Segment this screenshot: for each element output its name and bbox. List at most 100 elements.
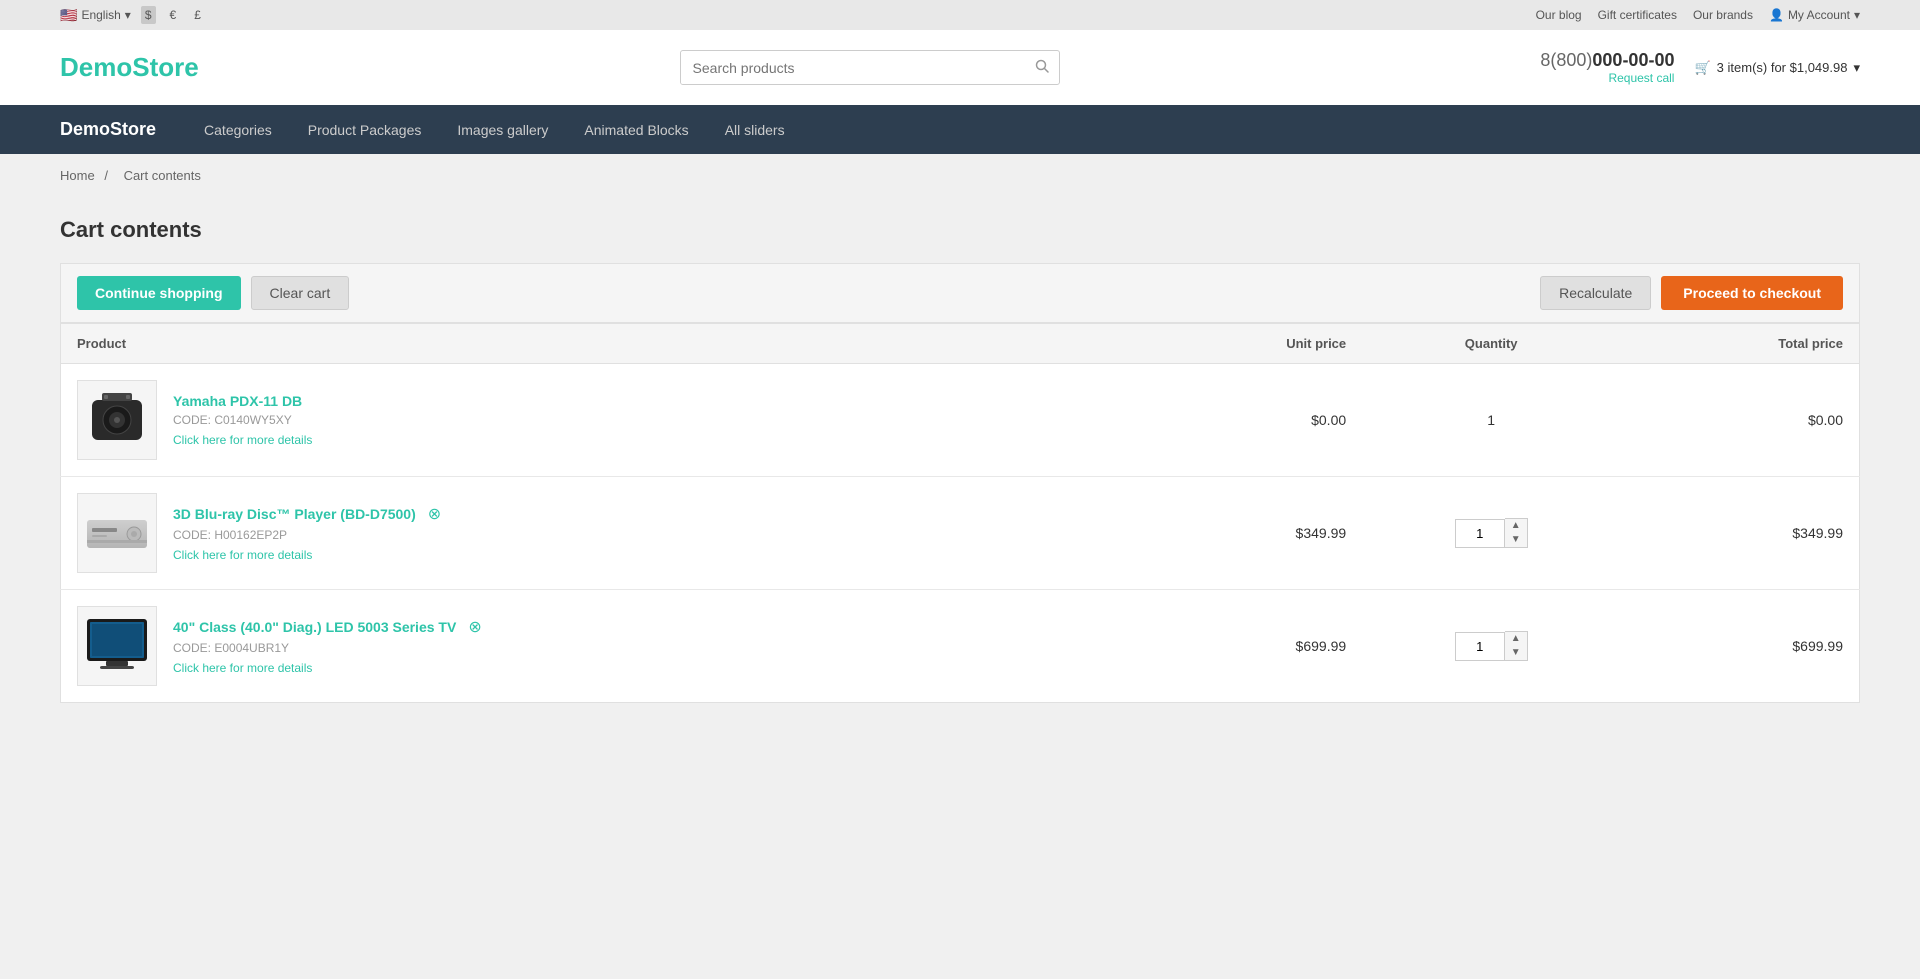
product-details-link[interactable]: Click here for more details bbox=[173, 661, 482, 675]
currency-gbp[interactable]: £ bbox=[190, 6, 205, 24]
quantity-up-button[interactable]: ▲ bbox=[1505, 632, 1527, 646]
unit-price-cell: $0.00 bbox=[1136, 364, 1362, 477]
unit-price-cell: $349.99 bbox=[1136, 477, 1362, 590]
phone-prefix: 8(800) bbox=[1540, 50, 1592, 70]
col-unit-price: Unit price bbox=[1136, 324, 1362, 364]
language-selector[interactable]: 🇺🇸 English ▾ bbox=[60, 7, 131, 24]
cart-table-body: Yamaha PDX-11 DBCODE: C0140WY5XYClick he… bbox=[61, 364, 1860, 703]
cart-icon: 🛒 bbox=[1694, 60, 1710, 76]
top-bar-left: 🇺🇸 English ▾ $ € £ bbox=[60, 6, 205, 24]
product-info-wrapper: 3D Blu-ray Disc™ Player (BD-D7500) ⊗ CODE:… bbox=[77, 493, 1120, 573]
phone-block: 8(800)000-00-00 Request call bbox=[1540, 50, 1674, 85]
logo-store: Store bbox=[132, 52, 198, 82]
product-code: CODE: E0004UBR1Y bbox=[173, 641, 482, 655]
cart-table-header: Product Unit price Quantity Total price bbox=[61, 324, 1860, 364]
product-details-block: Yamaha PDX-11 DBCODE: C0140WY5XYClick he… bbox=[173, 393, 312, 447]
nav-item-images-gallery[interactable]: Images gallery bbox=[439, 108, 566, 152]
product-cell-1: Yamaha PDX-11 DBCODE: C0140WY5XYClick he… bbox=[61, 364, 1136, 477]
quantity-cell: 1 bbox=[1362, 364, 1620, 477]
cart-label: 3 item(s) for $1,049.98 bbox=[1717, 60, 1848, 75]
total-price-cell: $699.99 bbox=[1620, 590, 1859, 703]
remove-product-icon[interactable]: ⊗ bbox=[468, 617, 481, 637]
breadcrumb-current: Cart contents bbox=[124, 168, 201, 183]
quantity-control: ▲▼ bbox=[1378, 631, 1604, 661]
search-input[interactable] bbox=[681, 52, 1025, 84]
phone-main: 000-00-00 bbox=[1592, 50, 1674, 70]
nav-item-product-packages[interactable]: Product Packages bbox=[290, 108, 440, 152]
nav-logo[interactable]: DemoStore bbox=[60, 105, 176, 154]
phone-number: 8(800)000-00-00 bbox=[1540, 50, 1674, 71]
currency-eur[interactable]: € bbox=[166, 6, 181, 24]
quantity-text: 1 bbox=[1487, 412, 1495, 428]
product-name-link[interactable]: 3D Blu-ray Disc™ Player (BD-D7500) bbox=[173, 506, 416, 522]
cart-actions-top: Continue shopping Clear cart Recalculate… bbox=[60, 263, 1860, 323]
search-button[interactable] bbox=[1025, 51, 1059, 84]
main-nav: DemoStore Categories Product Packages Im… bbox=[0, 105, 1920, 154]
product-code: CODE: H00162EP2P bbox=[173, 528, 441, 542]
search-bar bbox=[680, 50, 1060, 85]
total-price-cell: $349.99 bbox=[1620, 477, 1859, 590]
header: DemoStore 8(800)000-00-00 Request call 🛒… bbox=[0, 30, 1920, 105]
clear-cart-button[interactable]: Clear cart bbox=[251, 276, 350, 310]
quantity-up-button[interactable]: ▲ bbox=[1505, 519, 1527, 533]
product-image bbox=[77, 606, 157, 686]
product-name-row: 3D Blu-ray Disc™ Player (BD-D7500) ⊗ bbox=[173, 504, 441, 524]
language-label: English bbox=[81, 8, 120, 22]
cart-block[interactable]: 🛒 3 item(s) for $1,049.98 ▾ bbox=[1694, 60, 1860, 76]
remove-product-icon[interactable]: ⊗ bbox=[428, 504, 441, 524]
product-info-wrapper: Yamaha PDX-11 DBCODE: C0140WY5XYClick he… bbox=[77, 380, 1120, 460]
cart-table: Product Unit price Quantity Total price … bbox=[60, 323, 1860, 703]
quantity-control: 1 bbox=[1378, 412, 1604, 428]
product-info-wrapper: 40" Class (40.0" Diag.) LED 5003 Series … bbox=[77, 606, 1120, 686]
account-icon: 👤 bbox=[1769, 8, 1784, 22]
product-image bbox=[77, 493, 157, 573]
breadcrumb: Home / Cart contents bbox=[0, 154, 1920, 197]
logo[interactable]: DemoStore bbox=[60, 52, 199, 83]
our-blog-link[interactable]: Our blog bbox=[1536, 8, 1582, 22]
logo-demo: Demo bbox=[60, 52, 132, 82]
lang-dropdown-icon: ▾ bbox=[125, 8, 131, 22]
nav-item-categories[interactable]: Categories bbox=[186, 108, 290, 152]
my-account-link[interactable]: 👤 My Account ▾ bbox=[1769, 8, 1860, 22]
quantity-buttons: ▲▼ bbox=[1505, 631, 1528, 661]
quantity-buttons: ▲▼ bbox=[1505, 518, 1528, 548]
product-name-row: 40" Class (40.0" Diag.) LED 5003 Series … bbox=[173, 617, 482, 637]
currency-usd[interactable]: $ bbox=[141, 6, 156, 24]
unit-price-cell: $699.99 bbox=[1136, 590, 1362, 703]
top-bar-right: Our blog Gift certificates Our brands 👤 … bbox=[1536, 8, 1860, 22]
nav-item-animated-blocks[interactable]: Animated Blocks bbox=[566, 108, 706, 152]
our-brands-link[interactable]: Our brands bbox=[1693, 8, 1753, 22]
quantity-cell: ▲▼ bbox=[1362, 590, 1620, 703]
cart-dropdown-icon: ▾ bbox=[1853, 60, 1860, 76]
total-price-cell: $0.00 bbox=[1620, 364, 1859, 477]
product-name-link[interactable]: 40" Class (40.0" Diag.) LED 5003 Series … bbox=[173, 619, 456, 635]
nav-logo-demo: Demo bbox=[60, 119, 110, 139]
col-quantity: Quantity bbox=[1362, 324, 1620, 364]
continue-shopping-button[interactable]: Continue shopping bbox=[77, 276, 241, 310]
product-image bbox=[77, 380, 157, 460]
quantity-input[interactable] bbox=[1455, 632, 1505, 661]
recalculate-button[interactable]: Recalculate bbox=[1540, 276, 1651, 310]
request-call-link[interactable]: Request call bbox=[1540, 71, 1674, 85]
product-details-block: 40" Class (40.0" Diag.) LED 5003 Series … bbox=[173, 617, 482, 675]
table-row: Yamaha PDX-11 DBCODE: C0140WY5XYClick he… bbox=[61, 364, 1860, 477]
quantity-input[interactable] bbox=[1455, 519, 1505, 548]
account-dropdown-icon: ▾ bbox=[1854, 8, 1860, 22]
flag-icon: 🇺🇸 bbox=[60, 7, 77, 24]
col-total-price: Total price bbox=[1620, 324, 1859, 364]
proceed-to-checkout-button[interactable]: Proceed to checkout bbox=[1661, 276, 1843, 310]
product-details-link[interactable]: Click here for more details bbox=[173, 433, 312, 447]
nav-item-all-sliders[interactable]: All sliders bbox=[707, 108, 803, 152]
col-product: Product bbox=[61, 324, 1136, 364]
account-label: My Account bbox=[1788, 8, 1850, 22]
breadcrumb-home[interactable]: Home bbox=[60, 168, 95, 183]
cart-actions-left: Continue shopping Clear cart bbox=[77, 276, 349, 310]
table-row: 3D Blu-ray Disc™ Player (BD-D7500) ⊗ CODE:… bbox=[61, 477, 1860, 590]
product-details-link[interactable]: Click here for more details bbox=[173, 548, 441, 562]
main-content: Cart contents Continue shopping Clear ca… bbox=[0, 197, 1920, 743]
quantity-down-button[interactable]: ▼ bbox=[1505, 646, 1527, 660]
product-cell-2: 3D Blu-ray Disc™ Player (BD-D7500) ⊗ CODE:… bbox=[61, 477, 1136, 590]
gift-certificates-link[interactable]: Gift certificates bbox=[1598, 8, 1677, 22]
quantity-down-button[interactable]: ▼ bbox=[1505, 533, 1527, 547]
product-name-link[interactable]: Yamaha PDX-11 DB bbox=[173, 393, 302, 409]
